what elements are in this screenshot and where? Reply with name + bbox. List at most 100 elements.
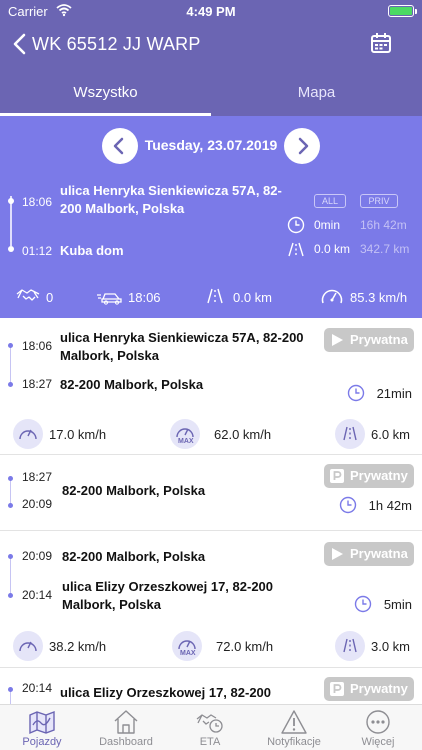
stop-address: 82-200 Malbork, Polska: [62, 483, 206, 498]
stop-start-time: 18:27: [22, 470, 53, 484]
tabbar-item-eta[interactable]: ETA: [168, 705, 252, 750]
tab-wszystko[interactable]: Wszystko: [0, 76, 211, 116]
trip-end-address: ulica Elizy Orzeszkowej 17, 82-200 Malbo…: [62, 579, 274, 612]
back-chevron-icon[interactable]: [10, 32, 30, 56]
max-speedometer-icon: MAX: [172, 631, 202, 661]
route-end-dot: [8, 246, 14, 252]
trip-type-tag[interactable]: Prywatny: [324, 464, 414, 488]
stop-duration: 1h 42m: [339, 496, 412, 514]
clock-icon: [339, 496, 356, 514]
more-icon: [366, 710, 390, 734]
play-icon: [332, 334, 343, 346]
home-icon: [114, 710, 138, 734]
previous-day-button[interactable]: [102, 128, 138, 164]
distance-value: 3.0 km: [371, 639, 411, 654]
date-navigator: Tuesday, 23.07.2019: [0, 128, 422, 164]
tabbar-item-dashboard[interactable]: Dashboard: [84, 705, 168, 750]
trip-end-address: 82-200 Malbork, Polska: [60, 377, 204, 392]
trip-list[interactable]: 18:06 ulica Henryka Sienkiewicza 57A, 82…: [0, 318, 422, 705]
route-line: [10, 345, 11, 385]
trip-start-time: 20:09: [22, 549, 53, 563]
avg-speed-value: 17.0 km/h: [49, 427, 107, 442]
drive-time-value: 18:06: [128, 290, 161, 305]
summary-time-all: 0min: [314, 218, 341, 232]
trip-duration-value: 5min: [383, 597, 412, 612]
max-label: MAX: [178, 438, 194, 445]
tabbar-label: ETA: [199, 736, 221, 748]
tabbar-label: Pojazdy: [22, 736, 62, 748]
summary-distance-all: 0.0 km: [314, 242, 351, 256]
trip-type-label: Prywatny: [350, 681, 408, 696]
summary-route: 18:06 ulica Henryka Sienkiewicza 57A, 82…: [0, 183, 422, 266]
route-end-dot: [8, 503, 13, 508]
car-speed-icon: [97, 293, 122, 305]
chevron-right-icon: [298, 137, 309, 155]
trip-type-tag[interactable]: Prywatny: [324, 677, 414, 701]
trip-end-time: 20:14: [22, 588, 53, 602]
calendar-icon[interactable]: [370, 32, 392, 54]
trip-type-label: Prywatna: [350, 546, 408, 561]
avg-speed-value: 38.2 km/h: [49, 639, 107, 654]
stop-end-time: 20:09: [22, 497, 53, 511]
max-label: MAX: [180, 650, 196, 657]
route-start-dot: [8, 343, 13, 348]
max-speed-value: 62.0 km/h: [214, 427, 272, 442]
parking-icon: [330, 682, 344, 696]
segment-tabs: Wszystko Mapa: [0, 76, 422, 116]
app-header: Carrier 4:49 PM WK 65512 JJ WARP Wszystk…: [0, 0, 422, 116]
tabbar-item-pojazdy[interactable]: Pojazdy: [0, 705, 84, 750]
tabbar-label: Notyfikacje: [267, 736, 321, 748]
trip-type-tag[interactable]: Prywatna: [324, 328, 414, 352]
tabbar-item-notyfikacje[interactable]: Notyfikacje: [252, 705, 336, 750]
clock-icon: [287, 216, 305, 234]
clock: 4:49 PM: [186, 4, 236, 19]
route-end-dot: [8, 382, 13, 387]
route-line: [10, 478, 11, 506]
tab-mapa[interactable]: Mapa: [211, 76, 422, 116]
summary-start-address: ulica Henryka Sienkiewicza 57A, 82-200 M…: [60, 183, 282, 216]
speedometer-icon: [321, 289, 343, 304]
distance-value: 0.0 km: [233, 290, 273, 305]
summary-end-address: Kuba dom: [60, 243, 124, 258]
summary-time-priv: 16h 42m: [360, 218, 407, 232]
max-speedometer-icon: MAX: [170, 419, 200, 449]
route-start-dot: [8, 554, 13, 559]
trip-type-tag[interactable]: Prywatna: [324, 542, 414, 566]
route-start-dot: [8, 687, 13, 692]
summary-start-time: 18:06: [22, 195, 53, 209]
map-icon: [29, 710, 55, 735]
summary-stats: 0 18:06 0.0 km 85.3 km/h: [0, 286, 422, 310]
distance-icon: [335, 419, 365, 449]
handshake-clock-icon: [196, 714, 223, 733]
speedometer-icon: [13, 631, 43, 661]
summary-end-time: 01:12: [22, 244, 53, 258]
badge-priv: PRIV: [360, 194, 398, 208]
tabbar-label: Więcej: [361, 736, 395, 748]
nav-bar: WK 65512 JJ WARP: [0, 28, 422, 60]
tabbar-item-wiecej[interactable]: Więcej: [336, 705, 420, 750]
stop-card[interactable]: 18:27 20:09 82-200 Malbork, Polska Prywa…: [0, 456, 422, 531]
current-date: Tuesday, 23.07.2019: [144, 137, 278, 153]
trip-type-label: Prywatny: [350, 468, 408, 483]
trip-card[interactable]: 20:09 82-200 Malbork, Polska 20:14 ulica…: [0, 532, 422, 668]
stop-start-time: 20:14: [22, 681, 53, 695]
next-day-button[interactable]: [284, 128, 320, 164]
speedometer-icon: [13, 419, 43, 449]
trip-card[interactable]: 18:06 ulica Henryka Sienkiewicza 57A, 82…: [0, 318, 422, 455]
trip-duration-value: 21min: [376, 386, 412, 401]
max-speed-value: 72.0 km/h: [216, 639, 274, 654]
route-start-dot: [8, 198, 14, 204]
trip-duration: 5min: [354, 595, 412, 613]
distance-icon: [335, 631, 365, 661]
badge-all: ALL: [314, 194, 346, 208]
stop-card[interactable]: 20:14 ulica Elizy Orzeszkowej 17, 82-200…: [0, 669, 422, 705]
trip-type-label: Prywatna: [350, 332, 408, 347]
trip-duration: 21min: [347, 384, 412, 402]
route-start-dot: [8, 476, 13, 481]
route-line: [10, 556, 11, 596]
tabbar-label: Dashboard: [99, 736, 153, 748]
route-end-dot: [8, 593, 13, 598]
distance-icon: [207, 288, 223, 304]
parking-icon: [330, 469, 344, 483]
status-bar: Carrier 4:49 PM: [0, 0, 422, 22]
